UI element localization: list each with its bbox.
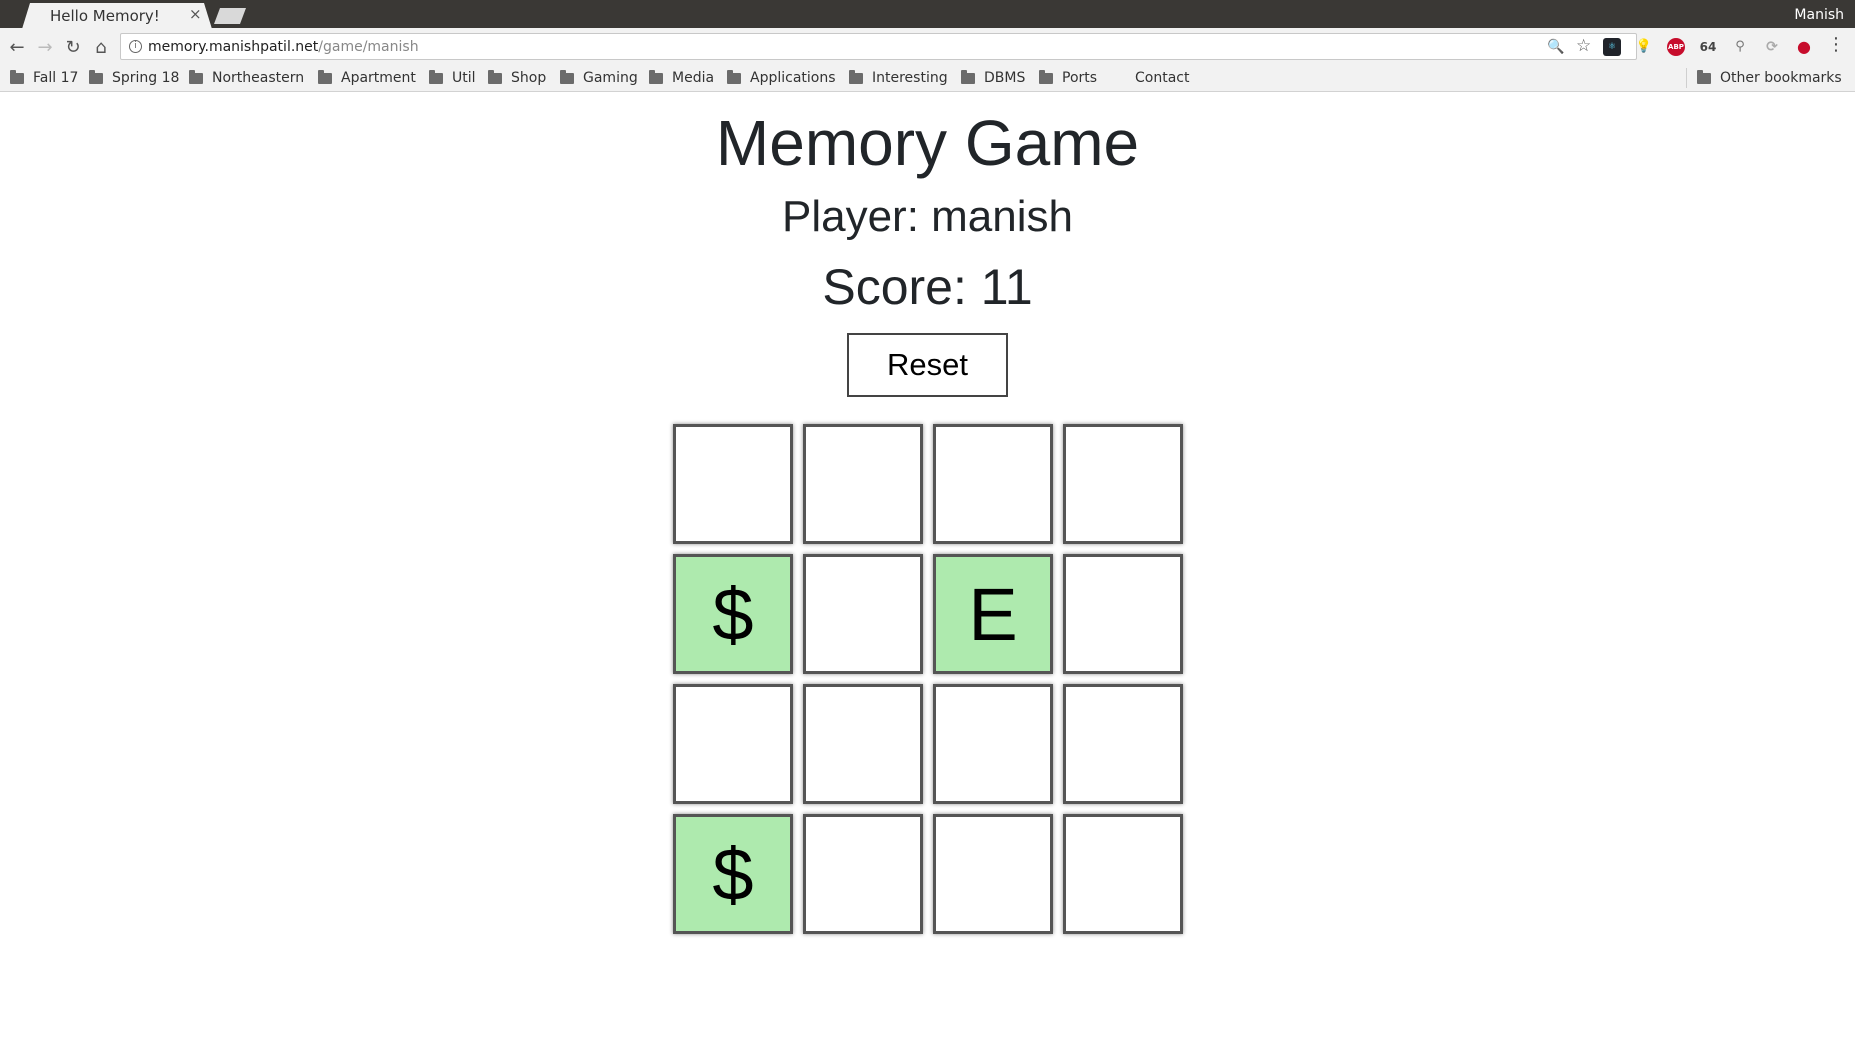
tile-hidden[interactable] [1063,424,1183,544]
tile-hidden[interactable] [933,684,1053,804]
folder-icon [560,69,574,84]
lightbulb-icon[interactable]: 💡 [1635,38,1653,56]
tile-hidden[interactable] [803,424,923,544]
bookmark-label: Gaming [583,70,638,86]
new-tab-button[interactable] [214,8,246,24]
tab-close-icon[interactable]: × [189,5,202,23]
tile-hidden[interactable] [803,814,923,934]
bookmark-label: Util [452,70,476,86]
bookmark-applications[interactable]: Applications [727,69,836,87]
player-name: Player: manish [781,192,1073,241]
folder-icon [1697,69,1711,84]
bookmark-northeastern[interactable]: Northeastern [189,69,304,87]
other-bookmarks[interactable]: Other bookmarks [1697,69,1842,87]
tile-hidden[interactable] [1063,554,1183,674]
score-display: Score: 11 [822,259,1033,315]
url-path: /game/manish [318,39,419,55]
zoom-icon[interactable]: 🔍 [1547,39,1564,55]
page-title: Memory Game [715,107,1140,179]
react-devtools-icon[interactable]: ⚛ [1603,38,1621,56]
info-icon[interactable]: i [129,40,142,53]
bookmark-label: Interesting [872,70,948,86]
tile-hidden[interactable] [673,684,793,804]
bookmark-media[interactable]: Media [649,69,714,87]
bookmark-dbms[interactable]: DBMS [961,69,1025,87]
back-arrow-icon[interactable]: ← [6,36,28,58]
bookmark-interesting[interactable]: Interesting [849,69,948,87]
bookmark-gaming[interactable]: Gaming [560,69,638,87]
folder-icon [961,69,975,84]
tile-revealed[interactable]: $ [673,554,793,674]
browser-titlebar: Hello Memory! × Manish [0,0,1855,28]
page-content: Memory Game Player: manish Score: 11 Res… [0,92,1855,1056]
bookmark-spring-18[interactable]: Spring 18 [89,69,179,87]
reset-button[interactable]: Reset [847,333,1008,397]
folder-icon [10,69,24,84]
tile-revealed[interactable]: E [933,554,1053,674]
bookmark-label: DBMS [984,70,1026,86]
profile-name[interactable]: Manish [1794,7,1844,23]
sync-icon[interactable]: ⟳ [1763,38,1781,56]
bookmark-label: Northeastern [212,70,305,86]
bookmark-label: Spring 18 [112,70,180,86]
cycling-icon[interactable]: ⚲ [1731,38,1749,56]
c64-icon[interactable]: 64 [1699,38,1717,56]
bookmark-ports[interactable]: Ports [1039,69,1097,87]
folder-icon [488,69,502,84]
bookmark-star-icon[interactable]: ☆ [1576,36,1591,56]
bookmark-util[interactable]: Util [429,69,476,87]
bookmark-label: Applications [750,70,836,86]
tile-hidden[interactable] [673,424,793,544]
bookmark-label: Shop [511,70,547,86]
tile-hidden[interactable] [1063,684,1183,804]
folder-icon [429,69,443,84]
browser-toolbar: ← → ↻ ⌂ i memory.manishpatil.net/game/ma… [0,28,1855,64]
tile-revealed[interactable]: $ [673,814,793,934]
browser-menu-icon[interactable]: ⋮ [1827,36,1845,54]
address-bar[interactable]: i memory.manishpatil.net/game/manish 🔍 ☆ [120,33,1637,60]
folder-icon [1039,69,1053,84]
url-text[interactable]: memory.manishpatil.net/game/manish [148,39,419,55]
tile-hidden[interactable] [933,424,1053,544]
url-host: memory.manishpatil.net [148,39,319,55]
folder-icon [318,69,332,84]
adblock-plus-icon[interactable]: ABP [1667,38,1685,56]
record-icon[interactable]: ● [1795,38,1813,56]
bookmark-apartment[interactable]: Apartment [318,69,416,87]
tile-hidden[interactable] [803,554,923,674]
bookmark-label: Fall 17 [33,70,79,86]
reload-icon[interactable]: ↻ [62,36,84,58]
forward-arrow-icon[interactable]: → [34,36,56,58]
folder-icon [849,69,863,84]
bookmark-shop[interactable]: Shop [488,69,546,87]
folder-icon [89,69,103,84]
tile-hidden[interactable] [1063,814,1183,934]
bookmark-label: Media [672,70,715,86]
bookmark-label: Ports [1062,70,1098,86]
bookmarks-bar: Fall 17 Spring 18 Northeastern Apartment… [0,64,1855,92]
tile-hidden[interactable] [803,684,923,804]
game-board: $ E $ [673,424,1185,936]
tile-hidden[interactable] [933,814,1053,934]
bookmark-label: Apartment [341,70,416,86]
bookmark-contact[interactable]: Contact [1135,69,1189,87]
bookmark-label: Other bookmarks [1720,70,1842,86]
folder-icon [727,69,741,84]
bookmarks-divider [1686,68,1687,88]
home-icon[interactable]: ⌂ [90,36,112,58]
folder-icon [189,69,203,84]
tab-title[interactable]: Hello Memory! [50,7,160,25]
folder-icon [649,69,663,84]
bookmark-fall-17[interactable]: Fall 17 [10,69,78,87]
